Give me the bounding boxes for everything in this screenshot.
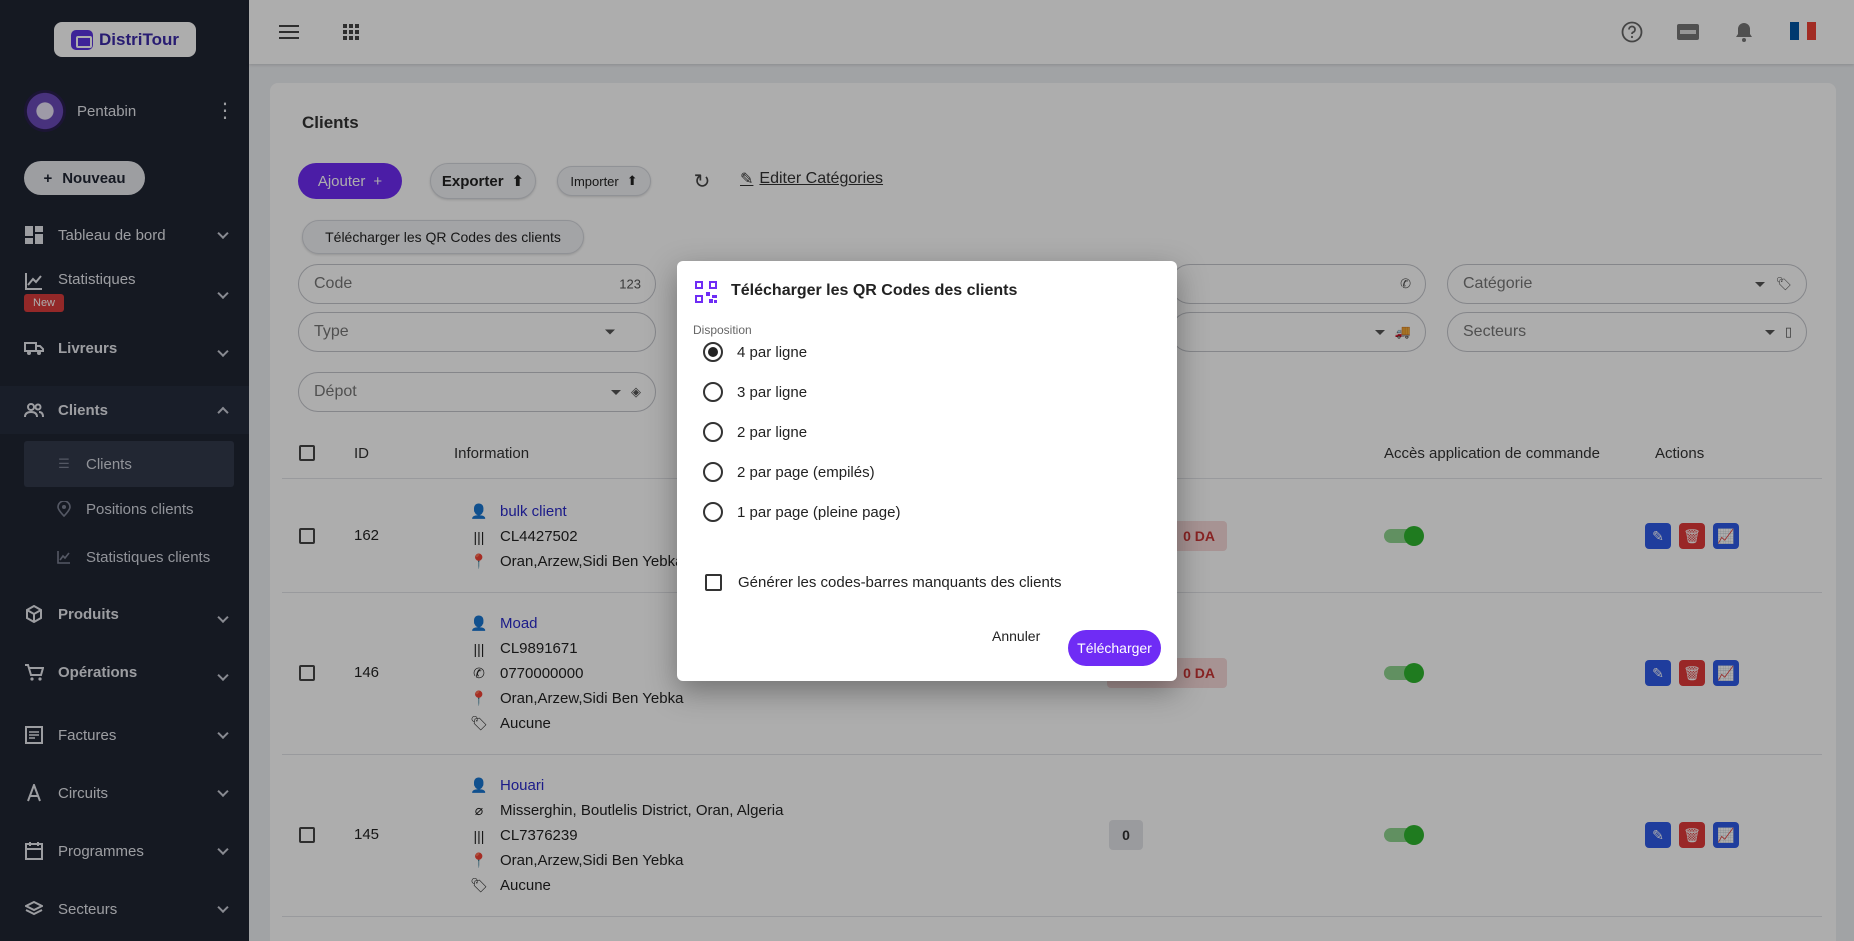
option-label: 1 par page (pleine page)	[737, 503, 901, 521]
radio-selected[interactable]	[703, 342, 723, 362]
option-label: 4 par ligne	[737, 343, 808, 361]
generate-barcodes-option[interactable]: Générer les codes-barres manquants des c…	[705, 574, 1062, 591]
option-label: 2 par ligne	[737, 423, 808, 441]
layout-option-1-per-page[interactable]: 1 par page (pleine page)	[703, 500, 900, 524]
cancel-button[interactable]: Annuler	[992, 628, 1040, 644]
layout-option-4-per-row[interactable]: 4 par ligne	[703, 340, 807, 364]
radio-unselected[interactable]	[703, 422, 723, 442]
disposition-label: Disposition	[693, 323, 752, 337]
radio-unselected[interactable]	[703, 462, 723, 482]
dialog-title: Télécharger les QR Codes des clients	[731, 282, 1018, 299]
radio-unselected[interactable]	[703, 502, 723, 522]
option-label: 3 par ligne	[737, 383, 808, 401]
generate-barcodes-label: Générer les codes-barres manquants des c…	[738, 574, 1062, 591]
option-label: 2 par page (empilés)	[737, 463, 875, 481]
radio-unselected[interactable]	[703, 382, 723, 402]
generate-barcodes-checkbox[interactable]	[705, 574, 722, 591]
layout-option-3-per-row[interactable]: 3 par ligne	[703, 380, 807, 404]
layout-option-2-per-page[interactable]: 2 par page (empilés)	[703, 460, 875, 484]
qr-download-dialog: Télécharger les QR Codes des clients Dis…	[677, 261, 1177, 681]
download-button[interactable]: Télécharger	[1068, 630, 1161, 666]
qr-code-icon	[695, 281, 717, 303]
layout-option-2-per-row[interactable]: 2 par ligne	[703, 420, 807, 444]
